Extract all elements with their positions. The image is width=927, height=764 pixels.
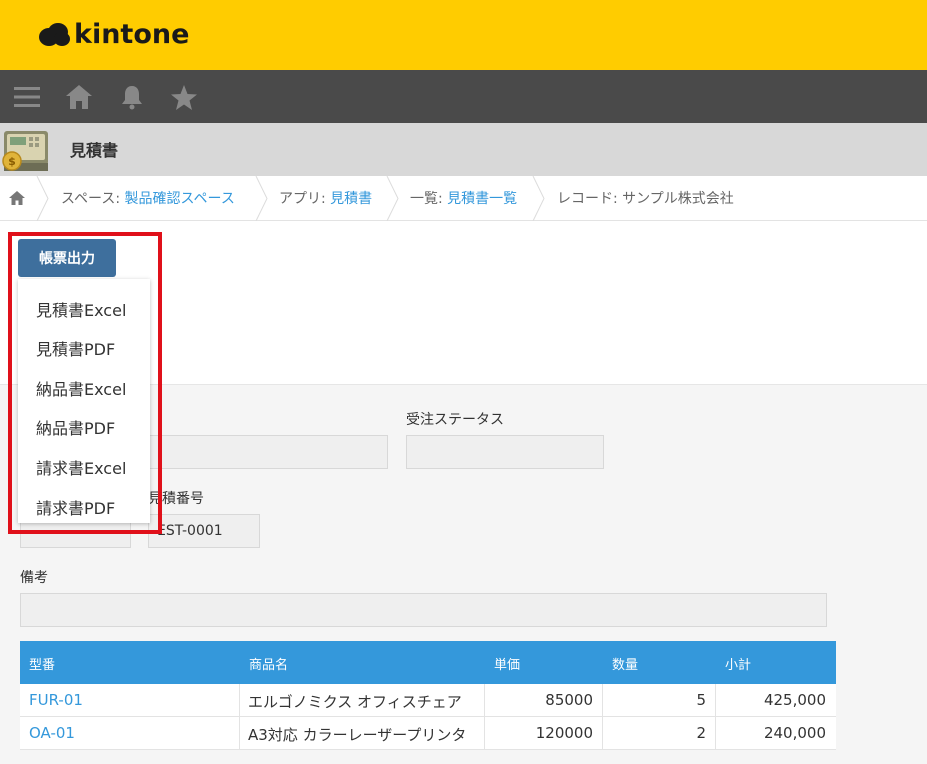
home-icon[interactable] <box>8 189 28 209</box>
menu-item-estimate-pdf[interactable]: 見積書PDF <box>36 336 115 360</box>
column-header: 型番 <box>29 658 56 673</box>
breadcrumb-app-link[interactable]: 見積書 <box>330 191 372 207</box>
chevron-right-icon <box>532 175 546 222</box>
table-header: 型番 商品名 単価 数量 小計 <box>20 641 836 684</box>
cash-register-app-icon: $ <box>0 125 52 175</box>
breadcrumb-list[interactable]: 一覧: 見積書一覧 <box>410 188 517 208</box>
app-title: 見積書 <box>70 141 119 160</box>
subtotal-cell: 240,000 <box>763 724 826 742</box>
unit-price-cell: 85000 <box>545 691 593 709</box>
estimate-number-field[interactable]: EST-0001 <box>148 514 260 548</box>
app-header: $ 見積書 <box>0 123 927 176</box>
quantity-cell: 5 <box>696 691 706 709</box>
breadcrumb-space-link[interactable]: 製品確認スペース <box>125 191 235 207</box>
breadcrumb: スペース: 製品確認スペース アプリ: 見積書 一覧: 見積書一覧 レコード: … <box>0 175 927 222</box>
chevron-right-icon <box>36 175 50 222</box>
subtotal-cell: 425,000 <box>763 691 826 709</box>
notes-field[interactable] <box>20 593 827 627</box>
menu-icon[interactable] <box>12 82 42 112</box>
order-status-field[interactable] <box>406 435 604 469</box>
product-name-cell: エルゴノミクス オフィスチェア <box>248 693 462 711</box>
breadcrumb-app-prefix: アプリ: <box>279 191 331 207</box>
text-field[interactable] <box>148 435 388 469</box>
model-number-link[interactable]: OA-01 <box>29 724 75 742</box>
breadcrumb-space[interactable]: スペース: 製品確認スペース <box>61 188 235 208</box>
column-header: 小計 <box>725 658 752 673</box>
cloud-logo-icon <box>38 22 72 48</box>
kintone-logo[interactable]: kintone <box>38 20 189 50</box>
breadcrumb-list-link[interactable]: 見積書一覧 <box>447 191 517 207</box>
breadcrumb-app[interactable]: アプリ: 見積書 <box>279 188 372 208</box>
star-icon[interactable] <box>169 82 199 112</box>
column-header: 商品名 <box>249 658 289 673</box>
report-output-button[interactable]: 帳票出力 <box>18 239 116 277</box>
unit-price-cell: 120000 <box>535 724 593 742</box>
chevron-right-icon <box>386 175 400 222</box>
estimate-number-label: 見積番号 <box>148 491 204 507</box>
breadcrumb-list-prefix: 一覧: <box>410 191 448 207</box>
breadcrumb-space-prefix: スペース: <box>61 191 125 207</box>
home-icon[interactable] <box>64 82 94 112</box>
menu-item-invoice-excel[interactable]: 請求書Excel <box>36 455 126 479</box>
column-header: 単価 <box>494 658 521 673</box>
menu-item-estimate-excel[interactable]: 見積書Excel <box>36 297 126 321</box>
menu-item-invoice-pdf[interactable]: 請求書PDF <box>36 495 115 519</box>
global-nav <box>0 70 927 123</box>
menu-item-delivery-excel[interactable]: 納品書Excel <box>36 376 126 400</box>
quantity-cell: 2 <box>696 724 706 742</box>
notes-label: 備考 <box>20 570 48 586</box>
svg-text:$: $ <box>8 155 16 168</box>
table-row: OA-01 A3対応 カラーレーザープリンタ 120000 2 240,000 <box>20 717 836 750</box>
chevron-right-icon <box>255 175 269 222</box>
report-output-menu: 見積書Excel 見積書PDF 納品書Excel 納品書PDF 請求書Excel… <box>18 279 150 523</box>
menu-item-delivery-pdf[interactable]: 納品書PDF <box>36 415 115 439</box>
brand-name: kintone <box>74 19 190 50</box>
top-bar: kintone <box>0 0 927 70</box>
bell-icon[interactable] <box>117 82 147 112</box>
breadcrumb-record: レコード: サンプル株式会社 <box>557 191 734 207</box>
table-row: FUR-01 エルゴノミクス オフィスチェア 85000 5 425,000 <box>20 684 836 717</box>
product-name-cell: A3対応 カラーレーザープリンタ <box>248 726 467 744</box>
order-status-label: 受注ステータス <box>406 412 504 428</box>
model-number-link[interactable]: FUR-01 <box>29 691 83 709</box>
column-header: 数量 <box>612 658 639 673</box>
